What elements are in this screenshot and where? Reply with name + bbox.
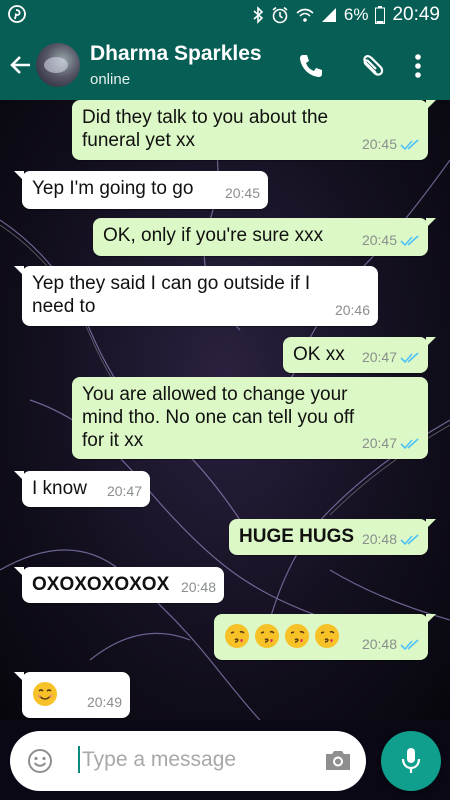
message-time: 20:46 (334, 302, 370, 318)
message-text: mind tho. No one can tell you off (82, 407, 355, 428)
status-right: 6% 20:49 (252, 4, 440, 26)
microphone-icon (401, 748, 421, 773)
message-meta: 20:45 (225, 182, 260, 205)
arrow-left-icon[interactable] (8, 52, 34, 78)
message-meta: 20:45 (362, 133, 420, 156)
message-time: 20:47 (361, 349, 397, 365)
phone-icon[interactable] (297, 52, 325, 80)
smile-emoji-icon (33, 682, 57, 706)
text-cursor (78, 746, 80, 773)
status-time: 20:49 (392, 4, 440, 25)
camera-icon[interactable] (324, 748, 352, 772)
message-meta: 20:48 (181, 576, 216, 599)
paperclip-icon[interactable] (355, 52, 385, 82)
bluetooth-icon (253, 6, 264, 24)
message-input[interactable]: Type a message (82, 748, 236, 772)
message-bubble-outgoing[interactable]: You are allowed to change your mind tho.… (72, 377, 428, 459)
message-time: 20:45 (361, 232, 397, 248)
message-bubble-outgoing[interactable]: HUGE HUGS 20:48 (229, 519, 436, 555)
message-meta: 20:47 (107, 480, 142, 503)
message-bubble-outgoing[interactable]: OK, only if you're sure xxx 20:45 (93, 218, 436, 256)
message-time: 20:45 (224, 185, 260, 201)
battery-icon (375, 6, 386, 24)
battery-percent: 6% (343, 5, 369, 24)
contact-status: online (90, 71, 131, 88)
message-meta: 20:48 (362, 633, 420, 656)
message-input-box[interactable]: Type a message (10, 731, 366, 791)
contact-name[interactable]: Dharma Sparkles (90, 42, 262, 66)
message-time: 20:45 (361, 136, 397, 152)
kiss-emoji-icon (315, 624, 339, 648)
message-meta: 20:45 (362, 229, 420, 252)
message-text: You are allowed to change your (82, 384, 348, 405)
chat-header: Dharma Sparkles online (0, 30, 450, 100)
mic-button[interactable] (381, 731, 441, 791)
message-meta: 20:47 (362, 346, 420, 369)
message-bubble-outgoing[interactable]: 20:48 (214, 614, 436, 660)
status-bar: 6% 20:49 (0, 0, 450, 30)
message-meta: 20:47 (362, 432, 420, 455)
message-text: Yep they said I can go outside if I (32, 273, 311, 294)
message-bubble-incoming[interactable]: OXOXOXOXOX 20:48 (14, 567, 224, 603)
message-meta: 20:46 (335, 299, 370, 322)
double-check-icon (400, 351, 419, 363)
message-meta: 20:49 (87, 691, 122, 714)
message-bubble-outgoing[interactable]: Did they talk to you about the funeral y… (72, 100, 436, 160)
message-bubble-incoming[interactable]: 20:49 (14, 672, 130, 718)
message-time: 20:47 (361, 435, 397, 451)
double-check-icon (400, 533, 419, 545)
message-bubble-incoming[interactable]: I know 20:47 (14, 471, 150, 507)
status-left (8, 5, 26, 28)
message-bubble-outgoing[interactable]: OK xx 20:47 (283, 337, 436, 373)
message-text: need to (32, 296, 96, 317)
double-check-icon (400, 638, 419, 650)
message-meta: 20:48 (362, 528, 420, 551)
alarm-icon (272, 6, 288, 24)
emoji-icon[interactable] (27, 748, 53, 774)
more-vertical-icon[interactable] (412, 52, 424, 80)
double-check-icon (400, 437, 419, 449)
message-text: Did they talk to you about the (82, 107, 329, 128)
message-time: 20:48 (180, 579, 216, 595)
pinterest-icon (8, 5, 26, 23)
signal-icon (321, 8, 336, 22)
message-time: 20:49 (86, 694, 122, 710)
kiss-emoji-icon (255, 624, 279, 648)
chat-area[interactable]: Did they talk to you about the funeral y… (0, 100, 450, 720)
message-time: 20:48 (361, 636, 397, 652)
double-check-icon (400, 234, 419, 246)
avatar[interactable] (36, 43, 80, 87)
message-time: 20:47 (106, 483, 142, 499)
double-check-icon (400, 138, 419, 150)
kiss-emoji-icon (285, 624, 309, 648)
kiss-emoji-row (224, 624, 344, 648)
kiss-emoji-icon (225, 624, 249, 648)
wifi-icon (296, 8, 314, 22)
message-bubble-incoming[interactable]: Yep they said I can go outside if I need… (14, 266, 378, 326)
message-time: 20:48 (361, 531, 397, 547)
message-bubble-incoming[interactable]: Yep I'm going to go 20:45 (14, 171, 268, 209)
